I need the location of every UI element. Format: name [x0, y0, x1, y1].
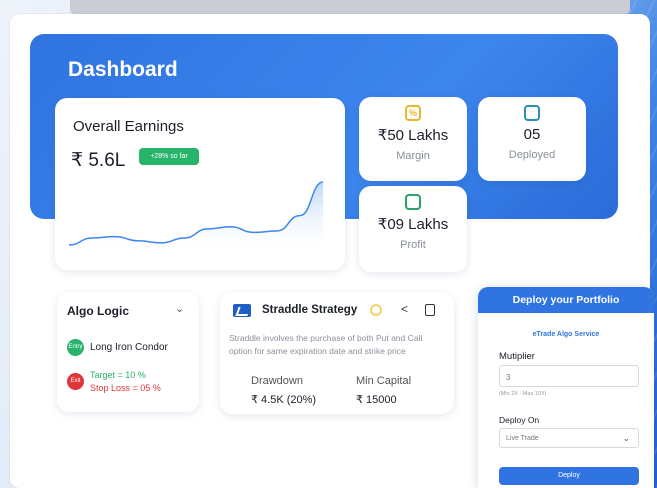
multiplier-input[interactable]: 3: [499, 365, 639, 387]
deployed-card: 05 Deployed: [478, 97, 586, 181]
deploy-panel-header: Deploy your Portfolio: [478, 287, 654, 313]
window-top-strip: [70, 0, 630, 14]
margin-card: % ₹50 Lakhs Margin: [359, 97, 467, 181]
margin-value: ₹50 Lakhs: [377, 127, 449, 144]
bookmark-icon[interactable]: [425, 304, 435, 316]
service-name: eTrade Algo Service: [532, 331, 600, 338]
min-capital-value: ₹ 15000: [356, 394, 397, 406]
overall-earnings-card: Overall Earnings ₹ 5.6L +28% so far: [55, 98, 345, 270]
multiplier-label: Mutiplier: [499, 351, 535, 362]
algo-logic-card[interactable]: Algo Logic ⌄ Entry Long Iron Condor Exit…: [57, 292, 199, 412]
earnings-trend-chart: [68, 181, 324, 256]
deploy-on-select[interactable]: Live Trade ⌄: [499, 428, 639, 448]
earnings-badge: +28% so far: [139, 148, 199, 165]
drawdown-value: ₹ 4.5K (20%): [251, 394, 317, 406]
profit-label: Profit: [400, 239, 426, 251]
deploy-on-value: Live Trade: [506, 435, 539, 442]
exit-row: Exit Target = 10 % Stop Loss = 05 %: [67, 370, 161, 393]
earnings-value: ₹ 5.6L: [71, 150, 126, 171]
box-icon: [524, 105, 540, 121]
algo-logic-title: Algo Logic: [67, 304, 129, 318]
entry-pill: Entry: [67, 339, 84, 356]
percent-icon: %: [405, 105, 421, 121]
favorite-icon[interactable]: [370, 304, 382, 316]
strategy-description: Straddle involves the purchase of both P…: [229, 333, 423, 356]
chevron-down-icon[interactable]: ⌄: [175, 302, 184, 315]
trend-area: [69, 182, 323, 256]
strategy-name: Straddle Strategy: [262, 304, 358, 316]
entry-row: Entry Long Iron Condor: [67, 339, 168, 356]
margin-label: Margin: [396, 150, 430, 162]
chart-icon: [405, 194, 421, 210]
earnings-label: Overall Earnings: [73, 118, 184, 135]
profit-card: ₹09 Lakhs Profit: [359, 186, 467, 272]
deployed-label: Deployed: [508, 149, 556, 161]
exit-pill: Exit: [67, 373, 84, 390]
drawdown-label: Drawdown: [251, 375, 303, 387]
deploy-portfolio-panel: Deploy your Portfolio eTrade Algo Servic…: [478, 287, 654, 488]
page-title: Dashboard: [68, 58, 178, 81]
entry-label: Long Iron Condor: [90, 342, 168, 353]
deploy-on-label: Deploy On: [499, 415, 540, 425]
target-text: Target = 10 %: [90, 370, 146, 380]
multiplier-hint: (Min 2X - Max 10X): [499, 391, 547, 397]
stop-loss-text: Stop Loss = 05 %: [90, 383, 161, 393]
profit-value: ₹09 Lakhs: [377, 216, 449, 233]
deployed-value: 05: [523, 126, 541, 143]
chevron-down-icon: ⌄: [622, 433, 630, 443]
strategy-card[interactable]: Straddle Strategy < Straddle involves th…: [220, 292, 454, 414]
deploy-button[interactable]: Deploy: [499, 467, 639, 485]
min-capital-label: Min Capital: [356, 375, 412, 387]
strategy-logo-icon: [233, 304, 251, 317]
share-icon[interactable]: <: [401, 302, 408, 316]
